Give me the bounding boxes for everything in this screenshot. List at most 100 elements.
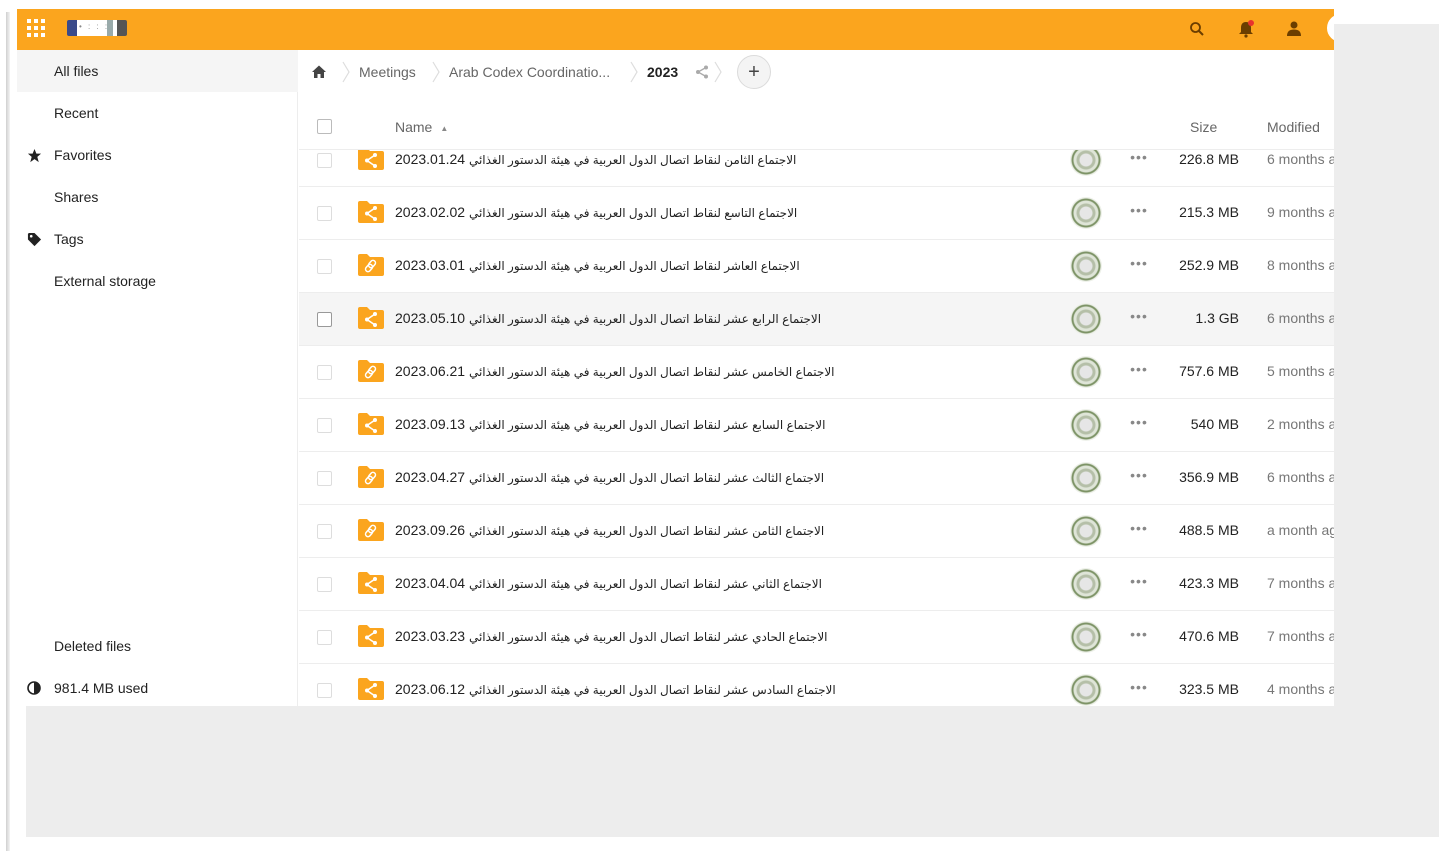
file-name[interactable]: 2023.01.24 الاجتماع الثامن لنقاط اتصال ا…	[395, 151, 1035, 167]
row-select-checkbox[interactable]	[317, 312, 332, 327]
file-name[interactable]: 2023.02.02 الاجتماع التاسع لنقاط اتصال ا…	[395, 204, 1035, 220]
row-select-checkbox[interactable]	[317, 418, 332, 433]
folder-shared-icon[interactable]	[357, 571, 385, 595]
sidebar-item-recent[interactable]: Recent	[17, 92, 298, 134]
folder-shared-icon[interactable]	[357, 150, 385, 171]
file-name[interactable]: 2023.06.21 الاجتماع الخامس عشر لنقاط اتص…	[395, 363, 1035, 379]
file-row[interactable]: 2023.06.21 الاجتماع الخامس عشر لنقاط اتص…	[299, 346, 1334, 399]
select-all-checkbox[interactable]	[317, 119, 332, 134]
breadcrumb-current-folder[interactable]: 2023	[647, 50, 678, 94]
search-icon[interactable]	[1185, 17, 1209, 41]
contacts-icon[interactable]	[1282, 17, 1306, 41]
file-row[interactable]: 2023.03.23 الاجتماع الحادي عشر لنقاط اتص…	[299, 611, 1334, 664]
file-title-arabic: الاجتماع الخامس عشر لنقاط اتصال الدول ال…	[468, 365, 835, 379]
apps-grid-icon[interactable]	[25, 17, 45, 37]
shared-by-avatar[interactable]	[1070, 621, 1102, 653]
shared-by-avatar[interactable]	[1070, 197, 1102, 229]
more-actions-icon[interactable]: •••	[1127, 467, 1151, 483]
shared-by-avatar[interactable]	[1070, 409, 1102, 441]
sidebar-item-deleted-files[interactable]: Deleted files	[17, 625, 298, 667]
folder-public-link-icon[interactable]	[357, 465, 385, 489]
file-row[interactable]: 2023.03.01 الاجتماع العاشر لنقاط اتصال ا…	[299, 240, 1334, 293]
breadcrumb-meetings[interactable]: Meetings	[359, 50, 416, 94]
folder-shared-icon[interactable]	[357, 624, 385, 648]
notifications-icon[interactable]	[1234, 17, 1258, 41]
file-row[interactable]: 2023.06.12 الاجتماع السادس عشر لنقاط اتص…	[299, 664, 1334, 706]
shared-by-avatar[interactable]	[1070, 674, 1102, 706]
more-actions-icon[interactable]: •••	[1127, 679, 1151, 695]
organization-logo[interactable]: • : : :	[67, 20, 127, 36]
folder-shared-icon[interactable]	[357, 412, 385, 436]
more-actions-icon[interactable]: •••	[1127, 520, 1151, 536]
more-actions-icon[interactable]: •••	[1127, 361, 1151, 377]
more-actions-icon[interactable]: •••	[1127, 202, 1151, 218]
shared-by-avatar[interactable]	[1070, 462, 1102, 494]
file-name[interactable]: 2023.09.26 الاجتماع الثامن عشر لنقاط اتص…	[395, 522, 1035, 538]
folder-public-link-icon[interactable]	[357, 518, 385, 542]
file-name[interactable]: 2023.05.10 الاجتماع الرابع عشر لنقاط اتص…	[395, 310, 1035, 326]
folder-shared-icon[interactable]	[357, 677, 385, 701]
file-row[interactable]: 2023.09.26 الاجتماع الثامن عشر لنقاط اتص…	[299, 505, 1334, 558]
file-name[interactable]: 2023.09.13 الاجتماع السابع عشر لنقاط اتص…	[395, 416, 1035, 432]
sort-by-modified-header[interactable]: Modified	[1267, 119, 1320, 135]
file-row[interactable]: 2023.09.13 الاجتماع السابع عشر لنقاط اتص…	[299, 399, 1334, 452]
breadcrumb-separator-icon	[630, 61, 638, 83]
file-title-arabic: الاجتماع السادس عشر لنقاط اتصال الدول ال…	[468, 683, 836, 697]
file-row[interactable]: 2023.01.24 الاجتماع الثامن لنقاط اتصال ا…	[299, 150, 1334, 187]
share-folder-icon[interactable]	[695, 50, 709, 94]
file-modified: 8 months ago	[1267, 257, 1334, 273]
file-row[interactable]: 2023.05.10 الاجتماع الرابع عشر لنقاط اتص…	[299, 293, 1334, 346]
row-select-checkbox[interactable]	[317, 683, 332, 698]
file-row[interactable]: 2023.02.02 الاجتماع التاسع لنقاط اتصال ا…	[299, 187, 1334, 240]
file-name[interactable]: 2023.04.27 الاجتماع الثالث عشر لنقاط اتص…	[395, 469, 1035, 485]
folder-public-link-icon[interactable]	[357, 253, 385, 277]
row-select-checkbox[interactable]	[317, 471, 332, 486]
folder-public-link-icon[interactable]	[357, 359, 385, 383]
file-row[interactable]: 2023.04.04 الاجتماع الثاني عشر لنقاط اتص…	[299, 558, 1334, 611]
shared-by-avatar[interactable]	[1070, 150, 1102, 176]
sidebar-item-favorites[interactable]: Favorites	[17, 134, 298, 176]
shared-by-avatar[interactable]	[1070, 303, 1102, 335]
breadcrumb-arab-codex[interactable]: Arab Codex Coordinatio...	[449, 50, 610, 94]
sort-by-size-header[interactable]: Size	[1190, 119, 1217, 135]
sidebar-item-all-files[interactable]: All files	[17, 50, 298, 92]
file-name[interactable]: 2023.06.12 الاجتماع السادس عشر لنقاط اتص…	[395, 681, 1035, 697]
more-actions-icon[interactable]: •••	[1127, 414, 1151, 430]
row-select-checkbox[interactable]	[317, 524, 332, 539]
breadcrumb-home-icon[interactable]	[311, 50, 327, 94]
more-actions-icon[interactable]: •••	[1127, 255, 1151, 271]
row-select-checkbox[interactable]	[317, 206, 332, 221]
window-shadow-edge	[6, 12, 10, 851]
file-name[interactable]: 2023.03.01 الاجتماع العاشر لنقاط اتصال ا…	[395, 257, 1035, 273]
row-select-checkbox[interactable]	[317, 259, 332, 274]
sidebar-item-tags[interactable]: Tags	[17, 218, 298, 260]
file-name[interactable]: 2023.04.04 الاجتماع الثاني عشر لنقاط اتص…	[395, 575, 1035, 591]
row-select-checkbox[interactable]	[317, 577, 332, 592]
shared-by-avatar[interactable]	[1070, 356, 1102, 388]
row-select-checkbox[interactable]	[317, 365, 332, 380]
more-actions-icon[interactable]: •••	[1127, 308, 1151, 324]
file-date: 2023.04.04	[395, 575, 466, 591]
sidebar-item-shares[interactable]: Shares	[17, 176, 298, 218]
more-actions-icon[interactable]: •••	[1127, 626, 1151, 642]
sort-by-name-header[interactable]: Name ▲	[395, 119, 448, 135]
row-select-checkbox[interactable]	[317, 630, 332, 645]
tag-icon	[26, 231, 42, 247]
storage-quota[interactable]: 981.4 MB used	[17, 667, 298, 706]
shared-by-avatar[interactable]	[1070, 568, 1102, 600]
folder-shared-icon[interactable]	[357, 306, 385, 330]
file-date: 2023.04.27	[395, 469, 466, 485]
more-actions-icon[interactable]: •••	[1127, 150, 1151, 165]
shared-by-avatar[interactable]	[1070, 515, 1102, 547]
new-file-button[interactable]: +	[737, 55, 771, 89]
file-row[interactable]: 2023.04.27 الاجتماع الثالث عشر لنقاط اتص…	[299, 452, 1334, 505]
file-modified: 2 months ago	[1267, 416, 1334, 432]
sidebar-item-external-storage[interactable]: External storage	[17, 260, 298, 302]
file-size: 323.5 MB	[1179, 681, 1239, 697]
folder-shared-icon[interactable]	[357, 200, 385, 224]
row-select-checkbox[interactable]	[317, 153, 332, 168]
more-actions-icon[interactable]: •••	[1127, 573, 1151, 589]
user-avatar[interactable]	[1327, 14, 1334, 42]
file-name[interactable]: 2023.03.23 الاجتماع الحادي عشر لنقاط اتص…	[395, 628, 1035, 644]
shared-by-avatar[interactable]	[1070, 250, 1102, 282]
